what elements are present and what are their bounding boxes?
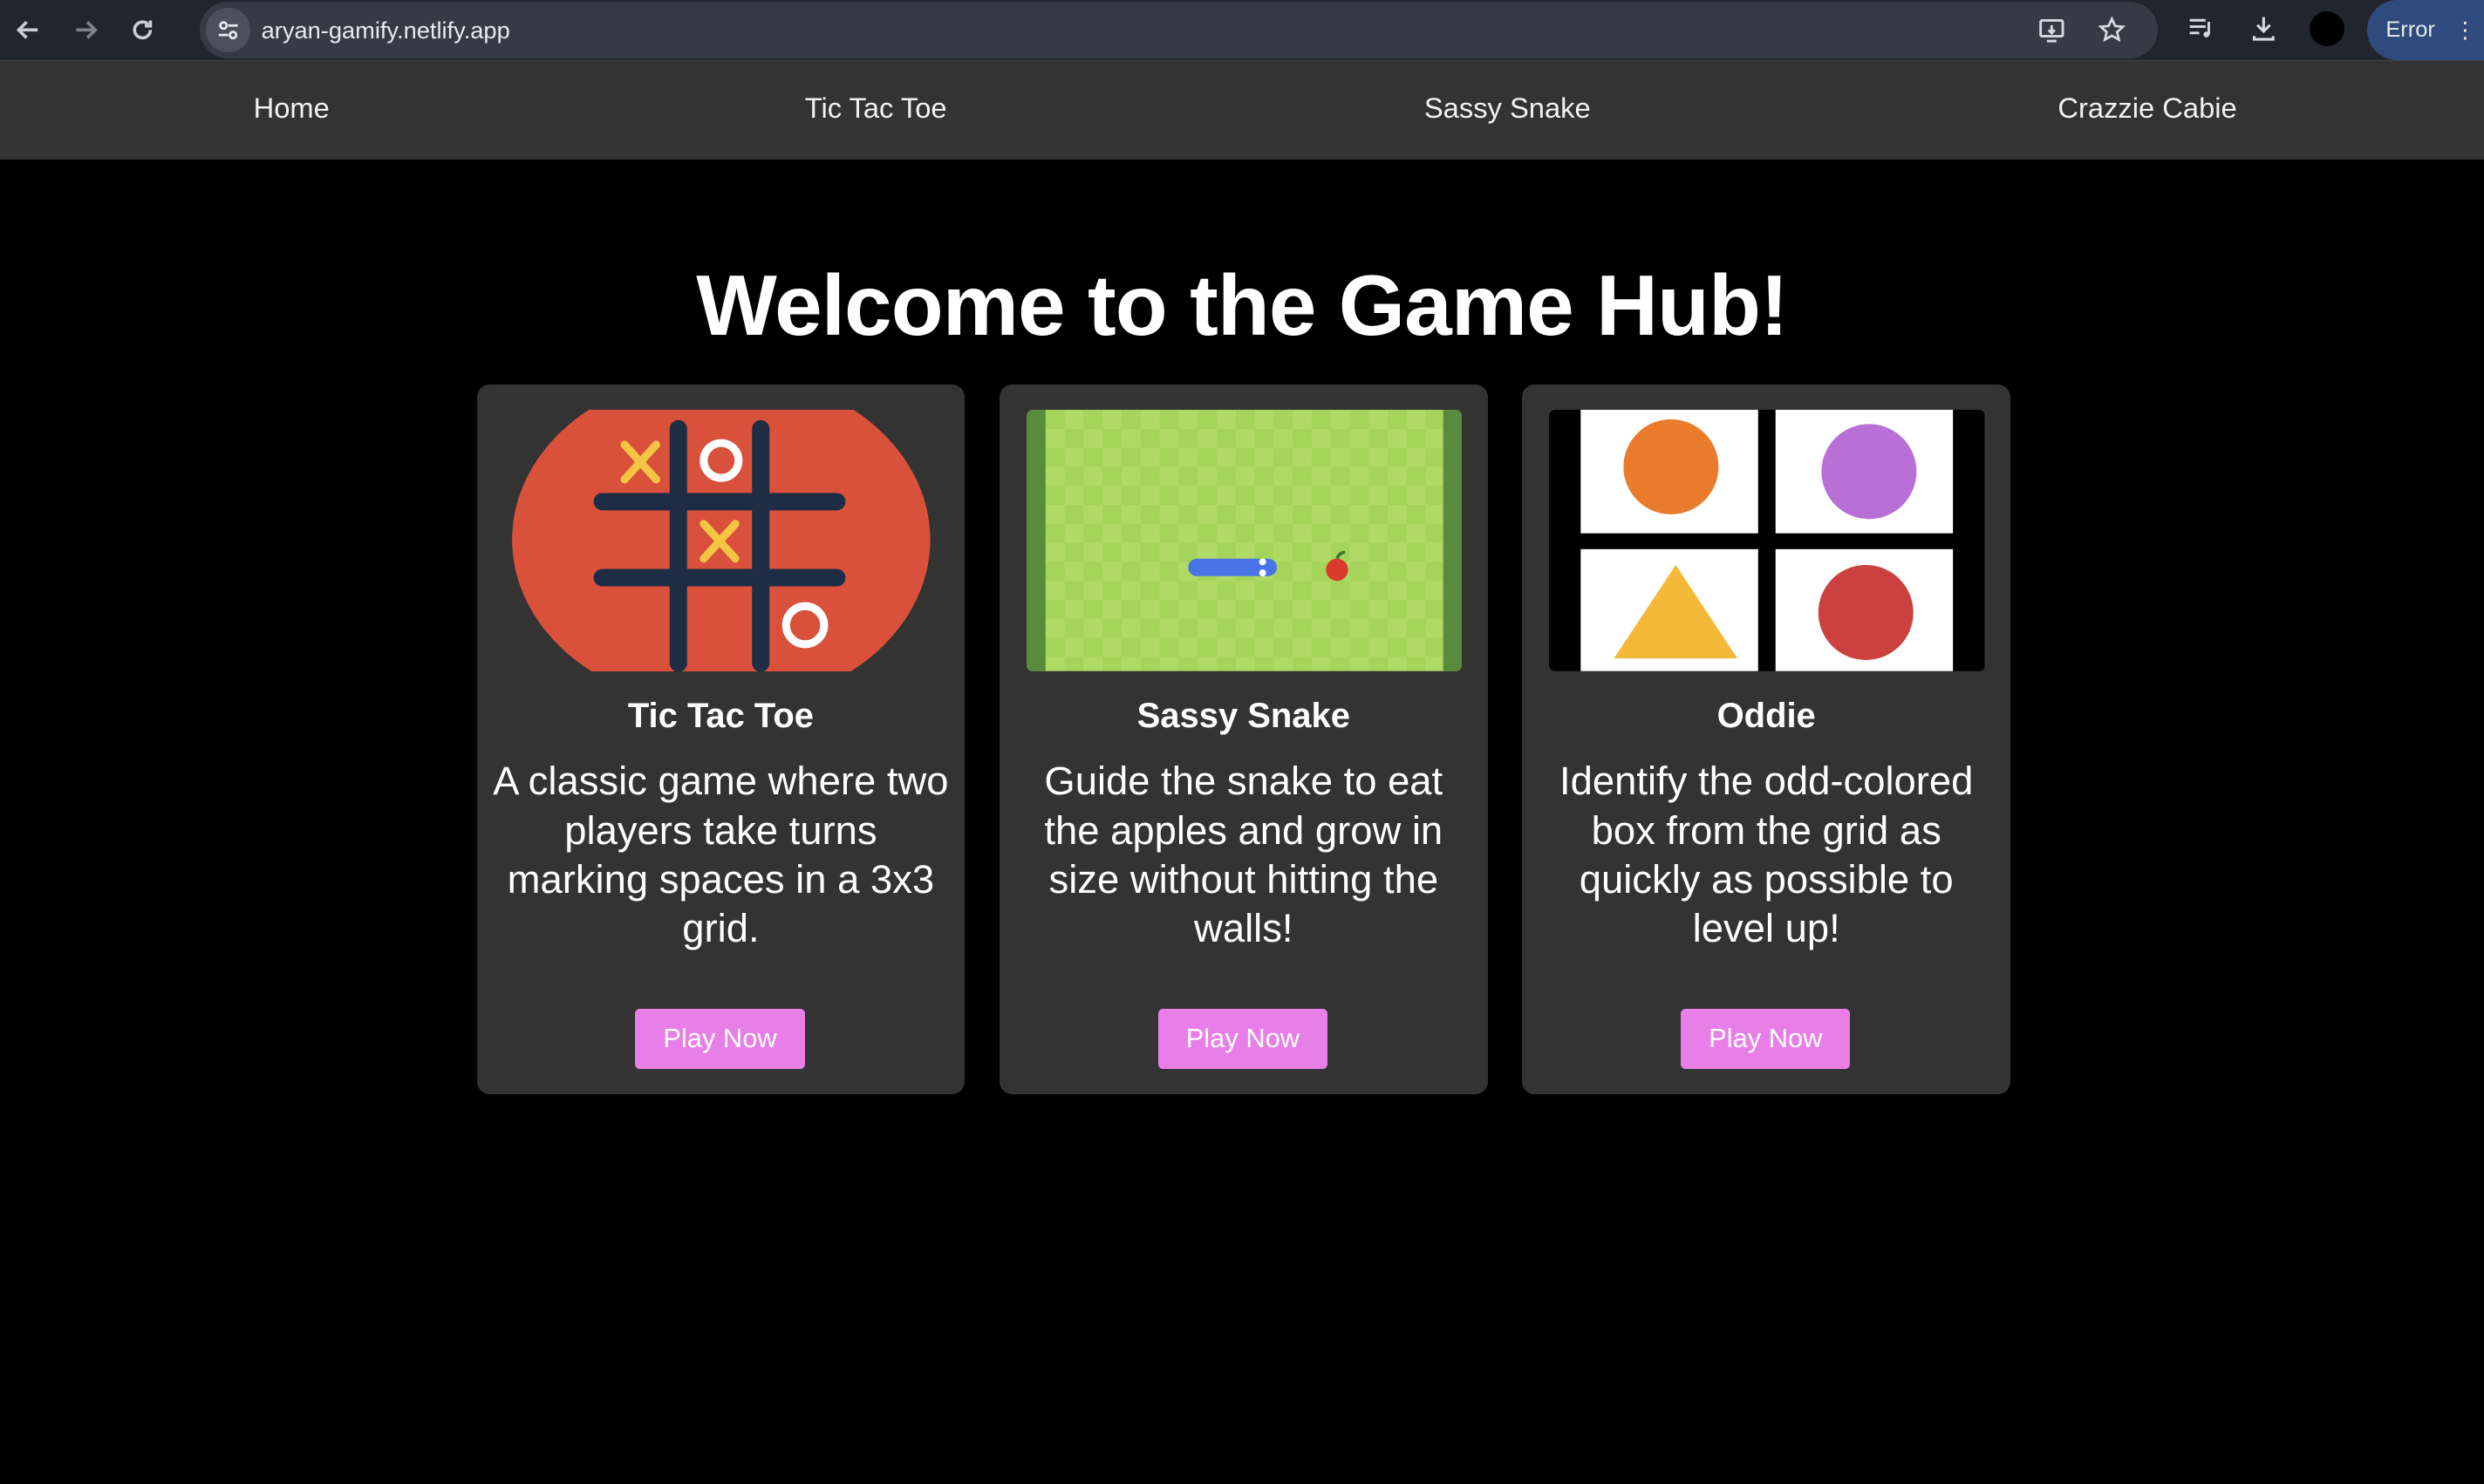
- bookmark-star-icon[interactable]: [2094, 13, 2129, 48]
- card-title: Tic Tac Toe: [627, 697, 814, 736]
- sassy-snake-image: [1026, 410, 1463, 672]
- media-controls-icon[interactable]: [2183, 11, 2218, 46]
- url-text[interactable]: aryan-gamify.netlify.app: [262, 17, 510, 44]
- site-nav: Home Tic Tac Toe Sassy Snake Crazzie Cab…: [0, 60, 2484, 160]
- nav-sassy-snake[interactable]: Sassy Snake: [1424, 92, 1591, 125]
- card-title: Sassy Snake: [1136, 697, 1350, 736]
- install-app-icon[interactable]: [2034, 13, 2069, 48]
- error-label: Error: [2385, 17, 2435, 42]
- card-title: Oddie: [1716, 697, 1816, 736]
- address-bar[interactable]: aryan-gamify.netlify.app: [199, 1, 2158, 59]
- nav-tic-tac-toe[interactable]: Tic Tac Toe: [805, 92, 947, 125]
- game-card-tic-tac-toe: Tic Tac Toe A classic game where two pla…: [476, 385, 966, 1095]
- play-now-button[interactable]: Play Now: [1681, 1008, 1851, 1069]
- card-description: Guide the snake to eat the apples and gr…: [1044, 759, 1443, 951]
- profile-avatar[interactable]: [2310, 10, 2345, 46]
- nav-home[interactable]: Home: [254, 92, 330, 125]
- tic-tac-toe-image: [503, 410, 940, 672]
- back-icon[interactable]: [0, 2, 57, 58]
- page-title: Welcome to the Game Hub!: [696, 257, 1789, 354]
- play-now-button[interactable]: Play Now: [635, 1008, 805, 1069]
- error-badge[interactable]: Error ⋮: [2366, 0, 2484, 61]
- nav-crazzie-cabie[interactable]: Crazzie Cabie: [2057, 92, 2236, 125]
- browser-toolbar: aryan-gamify.netlify.app Error ⋮: [0, 0, 2484, 61]
- site-info-icon[interactable]: [206, 8, 250, 52]
- card-description: A classic game where two players take tu…: [493, 759, 949, 951]
- game-card-oddie: Oddie Identify the odd-colored box from …: [1522, 385, 2010, 1095]
- download-icon[interactable]: [2247, 11, 2282, 46]
- oddie-image: [1549, 410, 1985, 672]
- card-description: Identify the odd-colored box from the gr…: [1559, 759, 1974, 951]
- game-card-sassy-snake: Sassy Snake Guide the snake to eat the a…: [1000, 385, 1488, 1095]
- reload-icon[interactable]: [114, 2, 171, 58]
- more-menu-icon[interactable]: ⋮: [2454, 17, 2476, 44]
- play-now-button[interactable]: Play Now: [1157, 1008, 1328, 1069]
- forward-icon[interactable]: [57, 2, 113, 58]
